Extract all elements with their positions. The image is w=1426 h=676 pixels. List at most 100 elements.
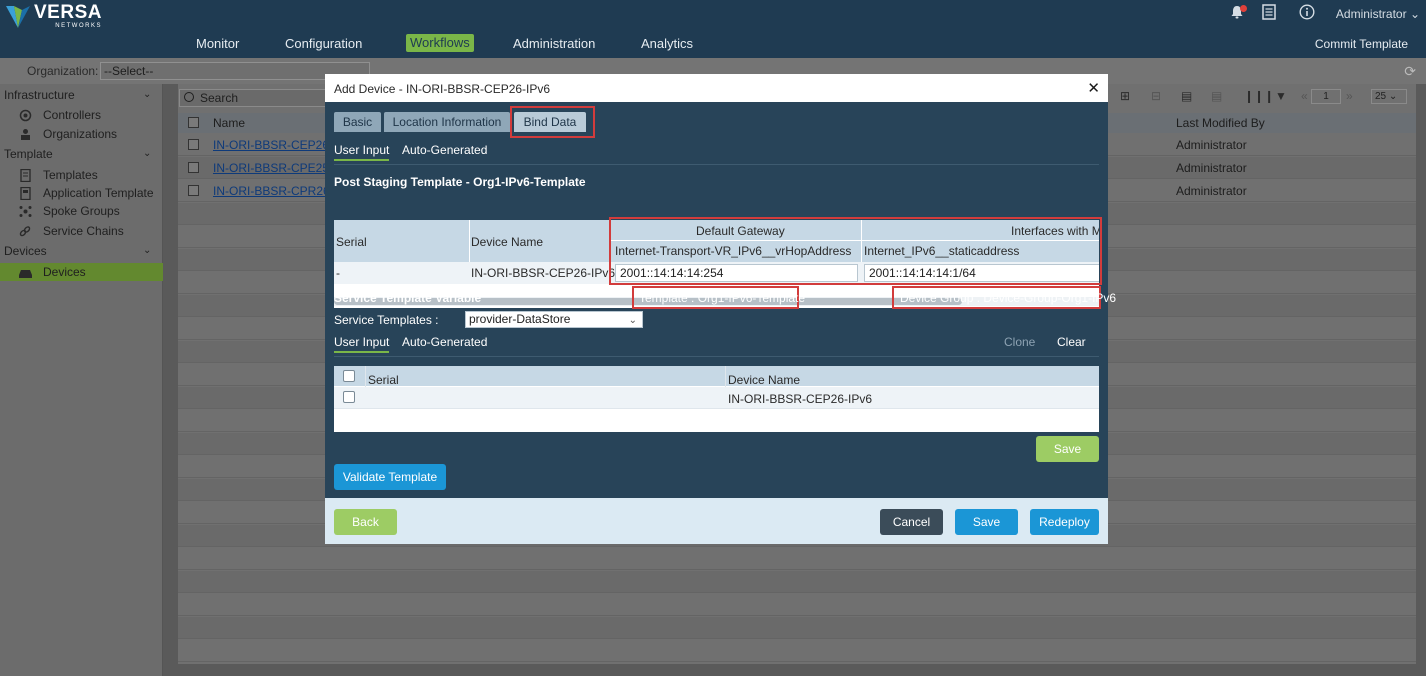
- organizations-icon: [21, 128, 30, 140]
- select-all-checkbox[interactable]: [188, 117, 199, 128]
- service-template-header: [334, 366, 1099, 386]
- service-templates-select[interactable]: provider-DataStore ⌄: [465, 311, 643, 328]
- tab-basic[interactable]: Basic: [334, 112, 381, 132]
- dialog-footer: Back Cancel Save Redeploy: [325, 498, 1108, 544]
- redeploy-button[interactable]: Redeploy: [1030, 509, 1099, 535]
- sidebar-item-controllers[interactable]: Controllers: [18, 108, 101, 122]
- sidebar-item-service-chains[interactable]: Service Chains: [18, 224, 124, 238]
- controllers-icon: [19, 109, 32, 121]
- next-page-icon[interactable]: »: [1346, 89, 1353, 103]
- chevron-down-icon[interactable]: ⌄: [143, 245, 151, 256]
- sidebar-item-spoke-groups[interactable]: Spoke Groups: [18, 204, 120, 218]
- row-checkbox[interactable]: [188, 139, 199, 150]
- sidebar-item-label: Spoke Groups: [43, 204, 120, 218]
- service-template-table: Serial Device Name IN-ORI-BBSR-CEP26-IPv…: [334, 366, 1099, 432]
- divider: [334, 164, 1099, 165]
- brand-sub: NETWORKS: [55, 23, 102, 29]
- col-serial: Serial: [368, 373, 399, 387]
- row-device-name: IN-ORI-BBSR-CEP26-IPv6: [728, 392, 873, 406]
- last-modified-value: Administrator: [1176, 138, 1247, 152]
- search-icon: [184, 92, 194, 102]
- prev-page-icon[interactable]: «: [1301, 89, 1308, 103]
- col-name[interactable]: Name: [213, 116, 245, 130]
- user-name: Administrator: [1335, 7, 1407, 21]
- top-bar: VERSA NETWORKS Monitor Configuration Wor…: [0, 0, 1426, 58]
- sidebar-item-label: Templates: [43, 168, 98, 182]
- page-size-select[interactable]: 25 ⌄: [1371, 89, 1407, 104]
- row-checkbox[interactable]: [188, 185, 199, 196]
- clear-button[interactable]: Clear: [1057, 335, 1086, 349]
- dialog-title: Add Device - IN-ORI-BBSR-CEP26-IPv6: [334, 82, 551, 96]
- application-template-icon: [20, 186, 31, 200]
- empty-row: [178, 548, 1416, 570]
- sidebar-item-organizations[interactable]: Organizations: [18, 127, 117, 141]
- spoke-groups-icon: [19, 205, 32, 217]
- validate-template-button[interactable]: Validate Template: [334, 464, 446, 490]
- organization-select-value: --Select--: [104, 64, 154, 78]
- user-menu[interactable]: Administrator ⌄: [1336, 7, 1420, 21]
- versa-logo[interactable]: VERSA NETWORKS: [6, 2, 102, 30]
- divider: [334, 356, 1099, 357]
- subtab-auto-generated-2[interactable]: Auto-Generated: [402, 335, 487, 349]
- table-row[interactable]: [334, 387, 1099, 409]
- subtab-auto-generated[interactable]: Auto-Generated: [402, 143, 487, 157]
- device-link[interactable]: IN-ORI-BBSR-CPR26v6: [213, 184, 342, 198]
- nav-administration[interactable]: Administration: [513, 34, 595, 54]
- row-checkbox[interactable]: [188, 162, 199, 173]
- sidebar-item-devices[interactable]: Devices: [18, 265, 86, 279]
- col-device-name: Device Name: [471, 235, 544, 249]
- select-all-checkbox[interactable]: [343, 370, 355, 382]
- clone-button[interactable]: Clone: [1004, 335, 1035, 349]
- empty-row: [178, 571, 1416, 593]
- brand-name: VERSA: [34, 2, 102, 23]
- cancel-button[interactable]: Cancel: [880, 509, 943, 535]
- chevron-down-icon[interactable]: ⌄: [143, 89, 151, 100]
- subtab-user-input[interactable]: User Input: [334, 143, 390, 161]
- sidebar-section-infrastructure[interactable]: Infrastructure: [4, 88, 75, 102]
- filter-icon[interactable]: ▼: [1275, 89, 1287, 103]
- page-size: 25: [1375, 91, 1387, 102]
- search-input[interactable]: Search: [179, 89, 329, 107]
- add-icon[interactable]: ⊞: [1120, 89, 1130, 103]
- export-icon[interactable]: ▤: [1181, 89, 1192, 103]
- page-number: 1: [1323, 91, 1329, 102]
- col-serial: Serial: [336, 235, 367, 249]
- copy-icon[interactable]: ▤: [1211, 89, 1222, 103]
- page-number-input[interactable]: 1: [1311, 89, 1341, 104]
- row-checkbox[interactable]: [343, 391, 355, 403]
- sidebar-section-devices[interactable]: Devices: [4, 244, 47, 258]
- back-button[interactable]: Back: [334, 509, 397, 535]
- refresh-icon[interactable]: ⟳: [1404, 63, 1416, 80]
- nav-configuration[interactable]: Configuration: [285, 34, 362, 54]
- sidebar-item-templates[interactable]: Templates: [18, 168, 98, 182]
- highlight-box: [510, 106, 595, 138]
- highlight-box: [609, 217, 1102, 285]
- nav-workflows[interactable]: Workflows: [406, 34, 474, 52]
- col-last-modified[interactable]: Last Modified By: [1176, 116, 1265, 130]
- tasks-icon[interactable]: [1262, 4, 1276, 20]
- sidebar-item-application-template[interactable]: Application Template: [18, 186, 154, 200]
- nav-analytics[interactable]: Analytics: [641, 34, 693, 54]
- tab-location-information[interactable]: Location Information: [384, 112, 510, 132]
- save-service-template-button[interactable]: Save: [1036, 436, 1099, 462]
- info-icon[interactable]: [1299, 4, 1315, 20]
- templates-icon: [20, 168, 31, 182]
- subtab-user-input-2[interactable]: User Input: [334, 335, 390, 353]
- dialog-header: Add Device - IN-ORI-BBSR-CEP26-IPv6 ✕: [325, 74, 1108, 102]
- sidebar-item-label: Application Template: [43, 186, 154, 200]
- save-button[interactable]: Save: [955, 509, 1018, 535]
- device-link[interactable]: IN-ORI-BBSR-CPE25: [213, 161, 329, 175]
- service-templates-value: provider-DataStore: [469, 312, 571, 326]
- columns-icon[interactable]: ❙❙❙: [1244, 89, 1274, 103]
- service-templates-label: Service Templates :: [334, 313, 439, 327]
- nav-monitor[interactable]: Monitor: [196, 34, 239, 54]
- chevron-down-icon[interactable]: ⌄: [143, 148, 151, 159]
- sidebar-item-label: Controllers: [43, 108, 102, 122]
- template-label: Template : Org1-IPv6-Template: [639, 291, 806, 305]
- post-staging-title: Post Staging Template - Org1-IPv6-Templa…: [334, 175, 586, 189]
- close-icon[interactable]: ✕: [1087, 79, 1100, 97]
- commit-template-button[interactable]: Commit Template: [1315, 37, 1408, 51]
- sidebar-section-template[interactable]: Template: [4, 147, 53, 161]
- remove-icon[interactable]: ⊟: [1151, 89, 1161, 103]
- chevron-down-icon: ⌄: [628, 315, 637, 326]
